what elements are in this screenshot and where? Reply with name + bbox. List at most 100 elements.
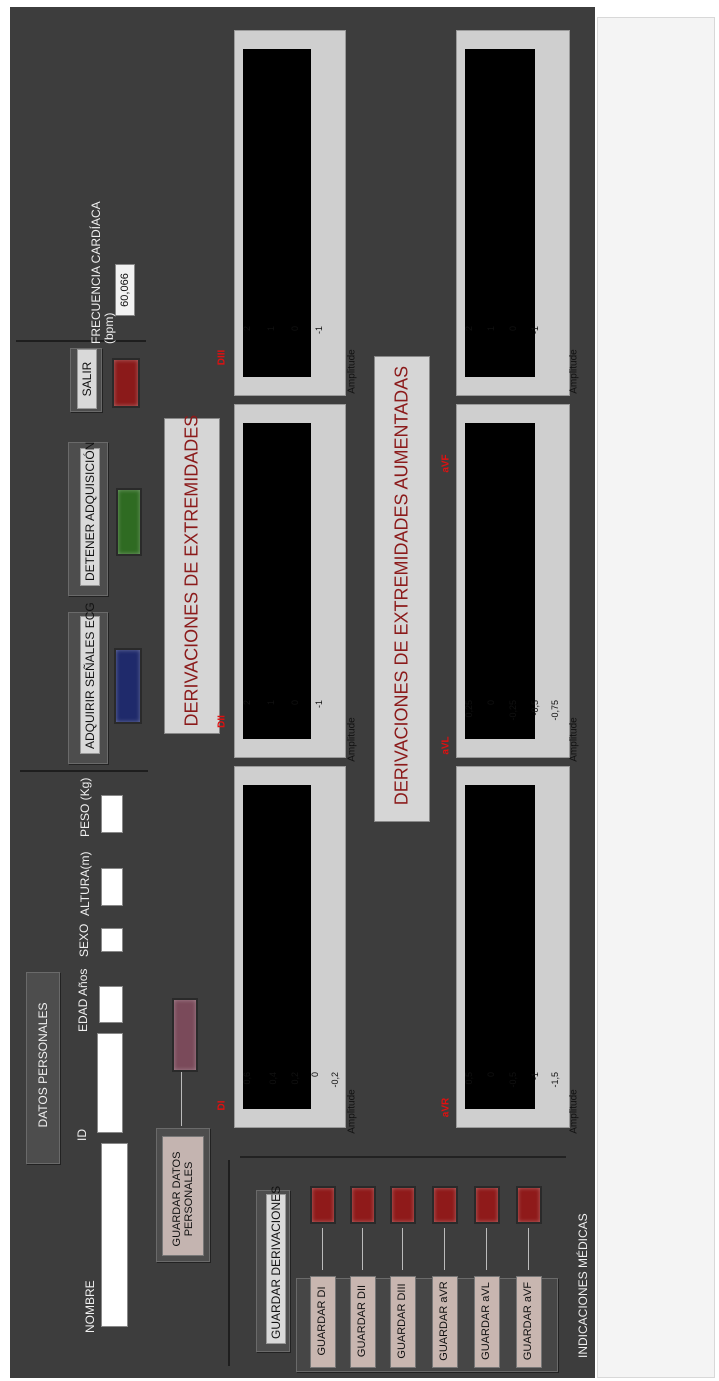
save-leads-title: GUARDAR DERIVACIONES	[266, 1186, 286, 1344]
axis-tick-label: 2	[242, 700, 252, 706]
amplitude-label: Amplitude	[568, 717, 580, 762]
exit-led	[112, 358, 140, 408]
exit-button-frame: SALIR	[70, 348, 102, 412]
axis-tick-label: -1	[530, 326, 540, 335]
axis-tick-label: -1	[314, 700, 324, 709]
stop-button-frame: DETENER ADQUISICIÓN	[68, 442, 108, 596]
acquire-button-frame: ADQUIRIR SEÑALES ECG	[68, 602, 108, 764]
save-lead-led	[390, 1186, 416, 1224]
amplitude-label: Amplitude	[346, 1089, 358, 1134]
save-personal-data-led	[172, 998, 198, 1072]
personal-data-header: DATOS PERSONALES	[26, 972, 60, 1164]
connector-line	[322, 1228, 323, 1270]
lead-label-DI: DI	[216, 1100, 228, 1111]
edad-field[interactable]	[99, 986, 123, 1023]
axis-tick-label: 0	[486, 1072, 496, 1078]
axis-tick-label: -0,5	[508, 1072, 518, 1088]
divider-line	[16, 340, 146, 342]
axis-tick-label: 1	[266, 700, 276, 706]
axis-tick-label: -1,5	[550, 1072, 560, 1088]
axis-tick-label: -0,75	[550, 700, 560, 721]
divider-line	[240, 1156, 566, 1158]
save-lead-button[interactable]: GUARDAR aVL	[474, 1276, 500, 1368]
graph-screen	[243, 785, 311, 1109]
connector-line	[444, 1228, 445, 1270]
save-lead-label: GUARDAR aVL	[480, 1282, 492, 1360]
divider-line	[228, 1160, 230, 1366]
axis-tick-label: 0	[290, 326, 300, 332]
indications-label: INDICACIONES MÉDICAS	[576, 1213, 590, 1358]
connector-line	[486, 1228, 487, 1270]
save-personal-data-button[interactable]: GUARDAR DATOS PERSONALES	[162, 1136, 204, 1256]
divider-line	[20, 770, 148, 772]
augmented-leads-title: DERIVACIONES DE EXTREMIDADES AUMENTADAS	[391, 365, 412, 806]
axis-tick-label: 0,2	[290, 1072, 300, 1085]
axis-tick-label: 0,4	[268, 1072, 278, 1085]
axis-tick-label: 0	[508, 326, 518, 332]
save-lead-button[interactable]: GUARDAR DIII	[390, 1276, 416, 1368]
amplitude-label: Amplitude	[568, 349, 580, 394]
graph-screen	[243, 49, 311, 377]
save-lead-led	[350, 1186, 376, 1224]
app-window: DATOS PERSONALES NOMBRE ID EDAD Años SEX…	[0, 0, 719, 1381]
medical-notes-area[interactable]	[597, 17, 715, 1378]
connector-line	[402, 1228, 403, 1270]
save-lead-led	[516, 1186, 542, 1224]
lead-label-aVF: aVF	[440, 454, 452, 473]
axis-tick-label: -0,2	[330, 1072, 340, 1088]
save-lead-button[interactable]: GUARDAR DII	[350, 1276, 376, 1368]
axis-tick-label: 2	[464, 326, 474, 332]
save-lead-label: GUARDAR DII	[356, 1284, 368, 1358]
save-lead-button[interactable]: GUARDAR aVF	[516, 1276, 542, 1368]
nombre-field[interactable]	[101, 1143, 128, 1327]
heart-rate-label: FRECUENCIA CARDÍACA (bpm)	[89, 201, 116, 344]
edad-label: EDAD Años	[76, 968, 90, 1032]
connector-line	[181, 1072, 182, 1126]
axis-tick-label: -1	[530, 1072, 540, 1081]
axis-tick-label: 0,5	[464, 1072, 474, 1085]
acquire-button[interactable]: ADQUIRIR SEÑALES ECG	[80, 602, 100, 754]
id-label: ID	[75, 1129, 89, 1141]
sexo-field[interactable]	[101, 928, 123, 952]
exit-button[interactable]: SALIR	[77, 349, 97, 409]
peso-label: PESO (Kg)	[78, 777, 92, 837]
graph-screen	[465, 49, 535, 377]
save-lead-button[interactable]: GUARDAR aVR	[432, 1276, 458, 1368]
save-lead-label: GUARDAR aVF	[522, 1281, 534, 1361]
save-personal-data-label: GUARDAR DATOS PERSONALES	[171, 1151, 195, 1247]
axis-tick-label: 0	[310, 1072, 320, 1078]
axis-tick-label: 0,25	[464, 700, 474, 718]
save-lead-button[interactable]: GUARDAR DI	[310, 1276, 336, 1368]
amplitude-label: Amplitude	[346, 349, 358, 394]
graph-screen	[465, 785, 535, 1109]
axis-tick-label: 1	[266, 326, 276, 332]
save-lead-label: GUARDAR DIII	[396, 1283, 408, 1359]
save-lead-led	[474, 1186, 500, 1224]
save-lead-led	[310, 1186, 336, 1224]
lead-label-DII: DII	[216, 715, 228, 728]
altura-field[interactable]	[101, 868, 123, 906]
altura-label: ALTURA(m)	[78, 851, 92, 916]
lead-label-aVL: aVL	[440, 736, 452, 755]
amplitude-label: Amplitude	[568, 1089, 580, 1134]
axis-tick-label: -0,5	[530, 700, 540, 716]
lead-label-aVR: aVR	[440, 1097, 452, 1118]
lead-label-DIII: DIII	[216, 349, 228, 366]
save-leads-title-frame: GUARDAR DERIVACIONES	[256, 1186, 290, 1352]
limb-leads-title: DERIVACIONES DE EXTREMIDADES	[181, 414, 202, 727]
heart-rate-value: 60,066	[115, 264, 135, 316]
axis-tick-label: -0,25	[508, 700, 518, 721]
axis-tick-label: 0	[290, 700, 300, 706]
limb-leads-title-frame: DERIVACIONES DE EXTREMIDADES	[164, 414, 220, 734]
acquire-led	[114, 648, 142, 724]
personal-data-title: DATOS PERSONALES	[36, 1002, 50, 1128]
graph-screen	[243, 423, 311, 739]
id-field[interactable]	[97, 1033, 123, 1133]
axis-tick-label: 1	[486, 326, 496, 332]
stop-button[interactable]: DETENER ADQUISICIÓN	[80, 442, 100, 586]
connector-line	[528, 1228, 529, 1270]
save-lead-label: GUARDAR aVR	[438, 1281, 450, 1361]
peso-field[interactable]	[101, 795, 123, 833]
axis-tick-label: 2	[242, 326, 252, 332]
save-lead-led	[432, 1186, 458, 1224]
